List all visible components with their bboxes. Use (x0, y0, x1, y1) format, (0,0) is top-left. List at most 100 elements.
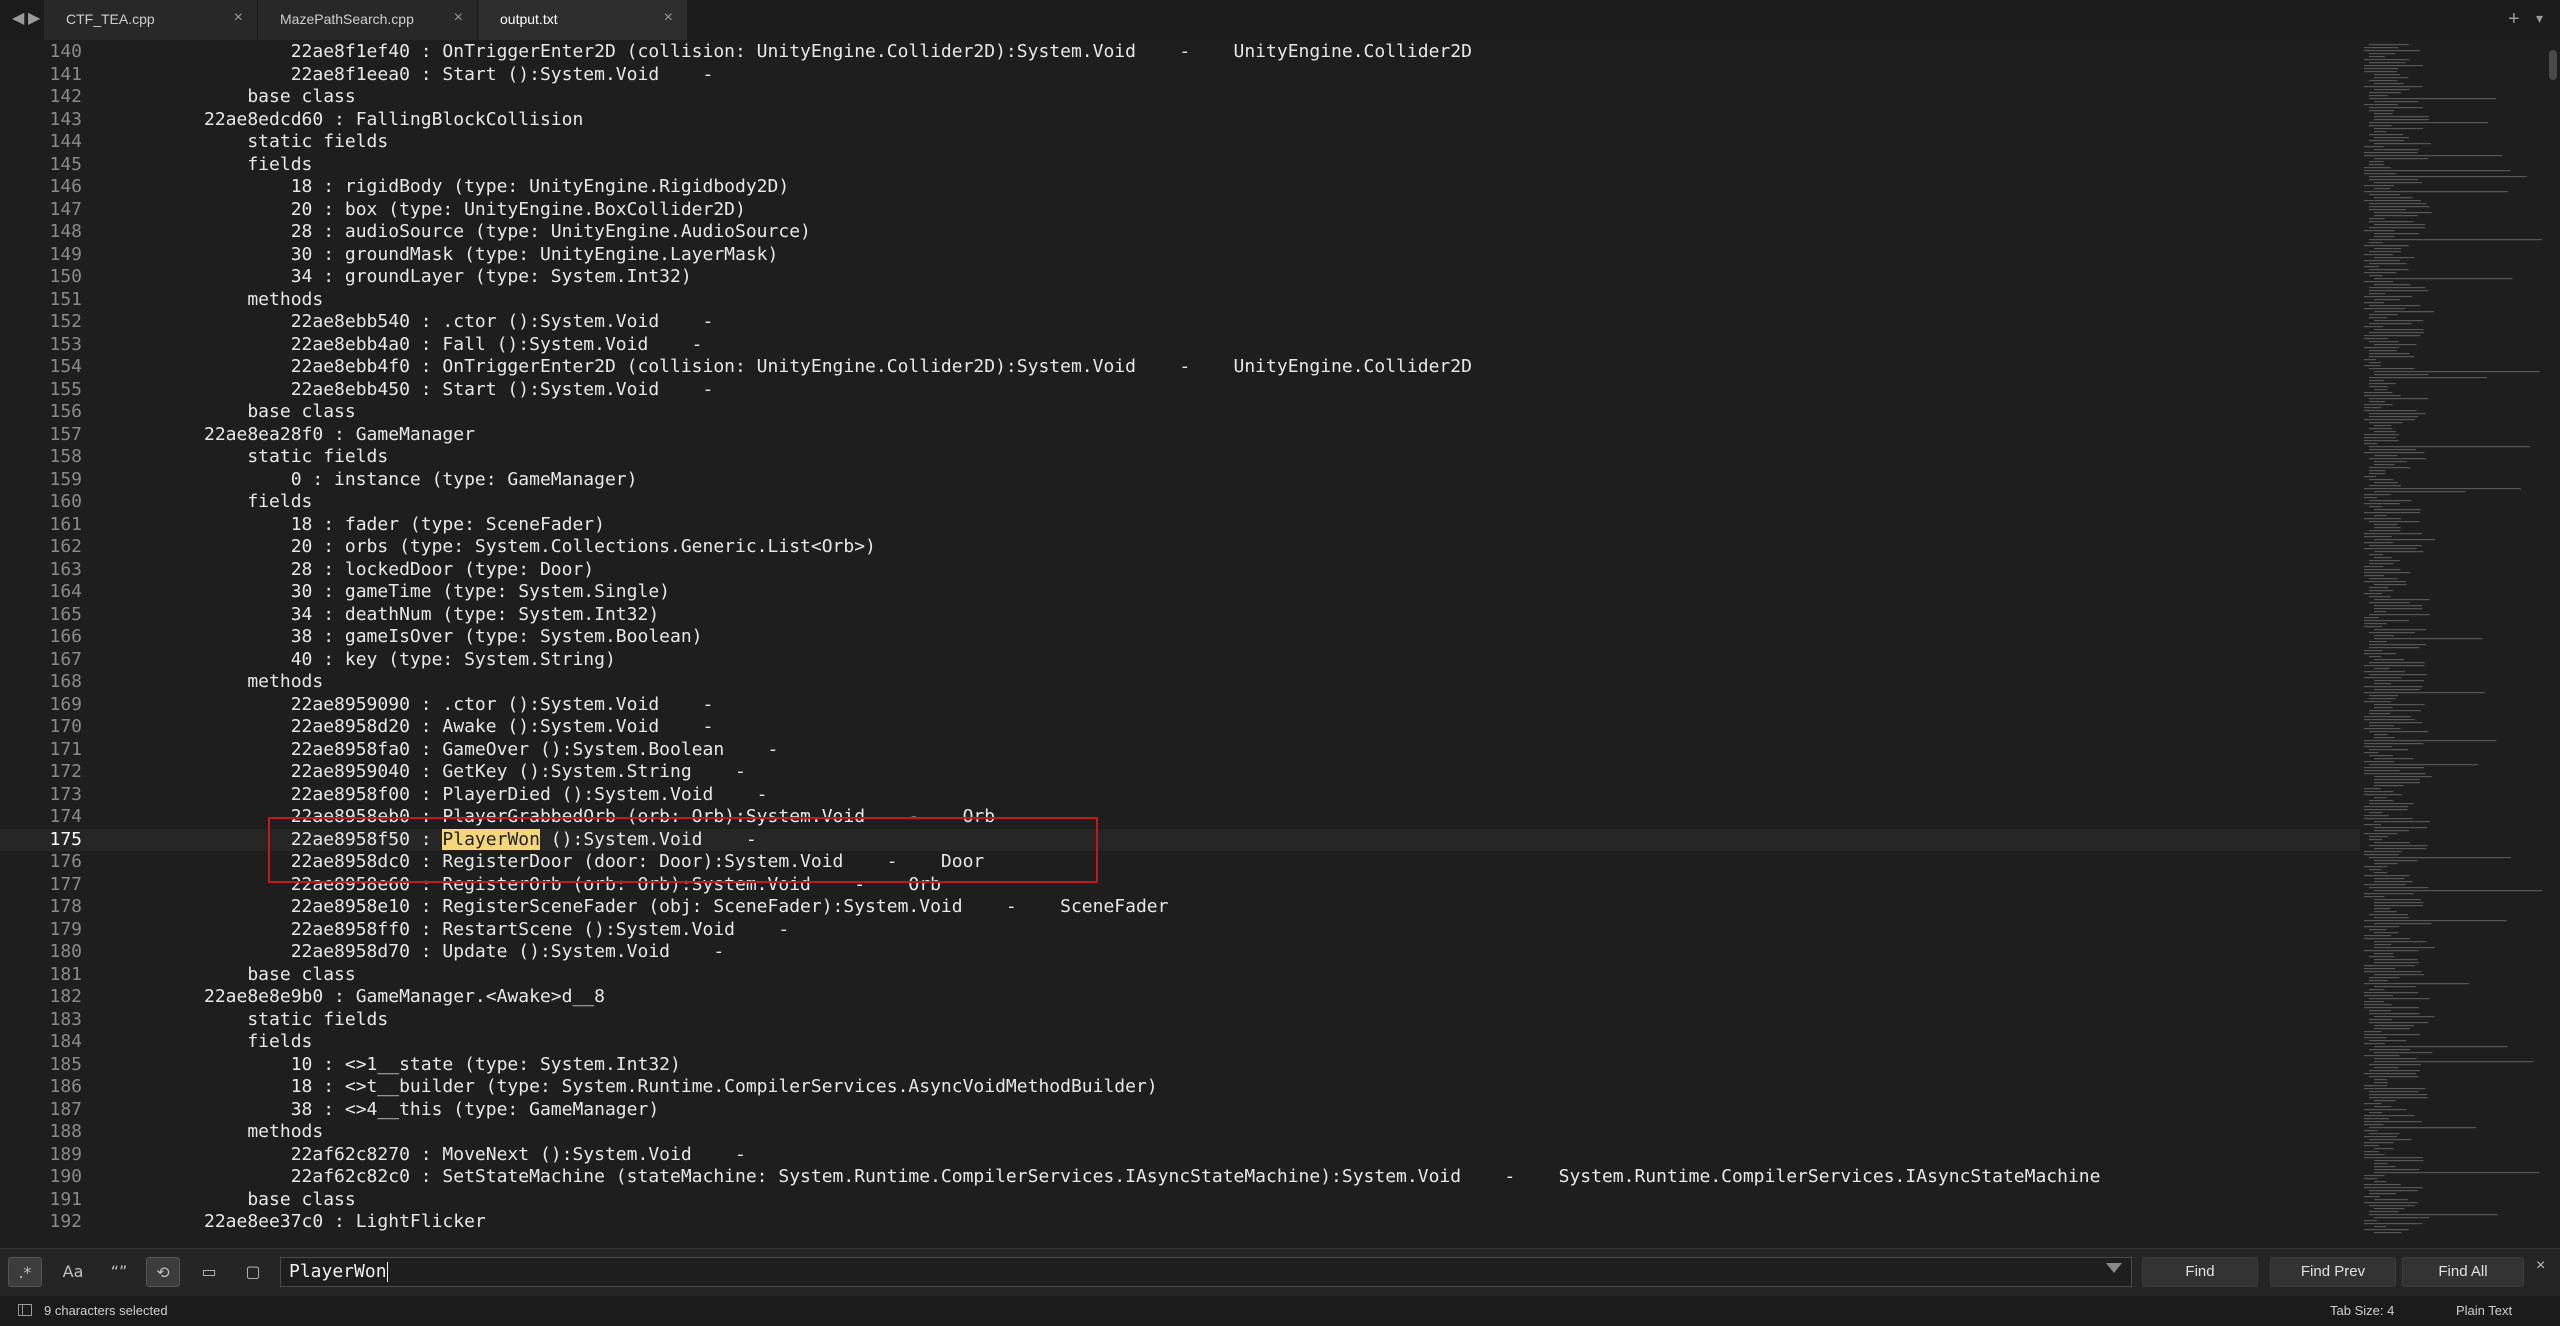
code-line[interactable]: 22ae8958e10 : RegisterSceneFader (obj: S… (204, 896, 1169, 919)
minimap-line (2364, 983, 2470, 985)
selection-status: 9 characters selected (44, 1303, 168, 1318)
code-line[interactable]: 22ae8958d20 : Awake ():System.Void - (204, 716, 714, 739)
tab-ctf-tea[interactable]: CTF_TEA.cpp × (44, 0, 258, 40)
minimap-line (2364, 1124, 2384, 1126)
code-line[interactable]: 34 : deathNum (type: System.Int32) (204, 604, 659, 627)
tab-close-icon[interactable]: × (234, 9, 243, 27)
code-line[interactable]: 18 : <>t__builder (type: System.Runtime.… (204, 1076, 1158, 1099)
code-line[interactable]: 28 : audioSource (type: UnityEngine.Audi… (204, 221, 811, 244)
code-line[interactable]: 22af62c8270 : MoveNext ():System.Void - (204, 1144, 746, 1167)
minimap-line (2374, 959, 2418, 961)
code-line[interactable]: 22ae8ee37c0 : LightFlicker (204, 1211, 486, 1234)
minimap-line (2364, 536, 2392, 538)
vertical-scrollbar[interactable] (2546, 40, 2560, 1240)
minimap[interactable] (2360, 40, 2546, 1240)
code-line[interactable]: 22af62c82c0 : SetStateMachine (stateMach… (204, 1166, 2101, 1189)
code-line[interactable]: 22ae8959040 : GetKey ():System.String - (204, 761, 746, 784)
code-line[interactable]: 40 : key (type: System.String) (204, 649, 616, 672)
find-history-dropdown-icon[interactable] (2106, 1263, 2122, 1273)
code-line[interactable]: 22ae8958d70 : Update ():System.Void - (204, 941, 724, 964)
find-prev-button[interactable]: Find Prev (2270, 1257, 2396, 1287)
syntax-indicator[interactable]: Plain Text (2456, 1303, 2512, 1318)
tab-list-icon[interactable]: ▾ (2536, 10, 2543, 27)
minimap-line (2374, 704, 2425, 706)
code-line[interactable]: base class (204, 86, 355, 109)
code-line[interactable]: fields (204, 154, 312, 177)
tab-close-icon[interactable]: × (454, 9, 463, 27)
code-line[interactable]: 22ae8ebb4f0 : OnTriggerEnter2D (collisio… (204, 356, 1472, 379)
close-find-icon[interactable]: × (2536, 1257, 2545, 1275)
code-line[interactable]: 22ae8edcd60 : FallingBlockCollision (204, 109, 583, 132)
minimap-line (2369, 1193, 2397, 1195)
in-selection-toggle[interactable]: ▭ (192, 1257, 226, 1287)
code-line[interactable]: 22ae8ebb4a0 : Fall ():System.Void - (204, 334, 703, 357)
code-line[interactable]: 22ae8958f00 : PlayerDied ():System.Void … (204, 784, 768, 807)
code-line[interactable]: 18 : rigidBody (type: UnityEngine.Rigidb… (204, 176, 790, 199)
minimap-line (2374, 143, 2431, 145)
tab-close-icon[interactable]: × (664, 9, 673, 27)
regex-toggle[interactable]: .* (8, 1257, 42, 1287)
panel-toggle-icon[interactable] (18, 1304, 32, 1316)
code-line[interactable]: 22ae8f1ef40 : OnTriggerEnter2D (collisio… (204, 41, 1472, 64)
code-line[interactable]: 30 : groundMask (type: UnityEngine.Layer… (204, 244, 779, 267)
code-line[interactable]: 0 : instance (type: GameManager) (204, 469, 638, 492)
whole-word-toggle[interactable]: “” (102, 1257, 136, 1287)
code-line[interactable]: 38 : <>4__this (type: GameManager) (204, 1099, 659, 1122)
wrap-toggle[interactable]: ⟲ (146, 1257, 180, 1287)
tab-size-indicator[interactable]: Tab Size: 4 (2330, 1303, 2394, 1318)
minimap-line (2369, 179, 2418, 181)
editor[interactable]: 140 141 142 143 144 145 146 147 148 149 150 151 152 1… (0, 40, 2360, 1240)
code-line[interactable]: methods (204, 671, 323, 694)
code-line[interactable]: 22ae8ebb540 : .ctor ():System.Void - (204, 311, 714, 334)
code-line[interactable]: 30 : gameTime (type: System.Single) (204, 581, 670, 604)
minimap-line (2374, 197, 2413, 199)
nav-forward-icon[interactable]: ▶ (28, 10, 40, 28)
find-input[interactable]: PlayerWon (280, 1257, 2132, 1287)
code-line[interactable]: 22ae8958ff0 : RestartScene ():System.Voi… (204, 919, 790, 942)
code-line[interactable]: base class (204, 1189, 355, 1212)
minimap-line (2369, 107, 2423, 109)
code-line[interactable]: static fields (204, 446, 388, 469)
code-line[interactable]: 22ae8ea28f0 : GameManager (204, 424, 475, 447)
minimap-line (2374, 1199, 2408, 1201)
code-line[interactable]: static fields (204, 131, 388, 154)
highlight-matches-toggle[interactable]: ▢ (236, 1257, 270, 1287)
minimap-line (2364, 566, 2384, 568)
new-tab-icon[interactable]: + (2508, 8, 2520, 31)
code-line[interactable]: 22ae8e8e9b0 : GameManager.<Awake>d__8 (204, 986, 605, 1009)
code-line[interactable]: 34 : groundLayer (type: System.Int32) (204, 266, 692, 289)
tab-output[interactable]: output.txt × (478, 0, 688, 40)
code-line[interactable]: fields (204, 1031, 312, 1054)
scrollbar-thumb[interactable] (2549, 50, 2557, 80)
find-button[interactable]: Find (2142, 1257, 2258, 1287)
find-all-button[interactable]: Find All (2402, 1257, 2524, 1287)
minimap-line (2369, 485, 2401, 487)
code-line[interactable]: 18 : fader (type: SceneFader) (204, 514, 605, 537)
code-line[interactable]: fields (204, 491, 312, 514)
code-line[interactable]: base class (204, 401, 355, 424)
minimap-line (2374, 182, 2422, 184)
code-line[interactable]: static fields (204, 1009, 388, 1032)
code-line[interactable]: 20 : box (type: UnityEngine.BoxCollider2… (204, 199, 746, 222)
minimap-line (2364, 359, 2377, 361)
nav-back-icon[interactable]: ◀ (12, 10, 24, 28)
minimap-line (2364, 965, 2415, 967)
code-line[interactable]: 22ae8959090 : .ctor ():System.Void - (204, 694, 714, 717)
code-line[interactable]: 38 : gameIsOver (type: System.Boolean) (204, 626, 703, 649)
code-line[interactable]: 20 : orbs (type: System.Collections.Gene… (204, 536, 876, 559)
code-line[interactable]: methods (204, 289, 323, 312)
code-line[interactable]: methods (204, 1121, 323, 1144)
code-line[interactable]: 28 : lockedDoor (type: Door) (204, 559, 594, 582)
minimap-line (2364, 1109, 2407, 1111)
case-sensitive-toggle[interactable]: Aa (56, 1257, 90, 1287)
tab-mazepathsearch[interactable]: MazePathSearch.cpp × (258, 0, 478, 40)
line-number: 168 (49, 671, 82, 692)
code-line[interactable]: 10 : <>1__state (type: System.Int32) (204, 1054, 681, 1077)
line-number: 146 (49, 176, 82, 197)
minimap-line (2374, 527, 2401, 529)
code-line[interactable]: base class (204, 964, 355, 987)
code-line[interactable]: 22ae8ebb450 : Start ():System.Void - (204, 379, 714, 402)
code-line[interactable]: 22ae8f1eea0 : Start ():System.Void - (204, 64, 714, 87)
minimap-line (2364, 1157, 2423, 1159)
code-line[interactable]: 22ae8958fa0 : GameOver ():System.Boolean… (204, 739, 779, 762)
